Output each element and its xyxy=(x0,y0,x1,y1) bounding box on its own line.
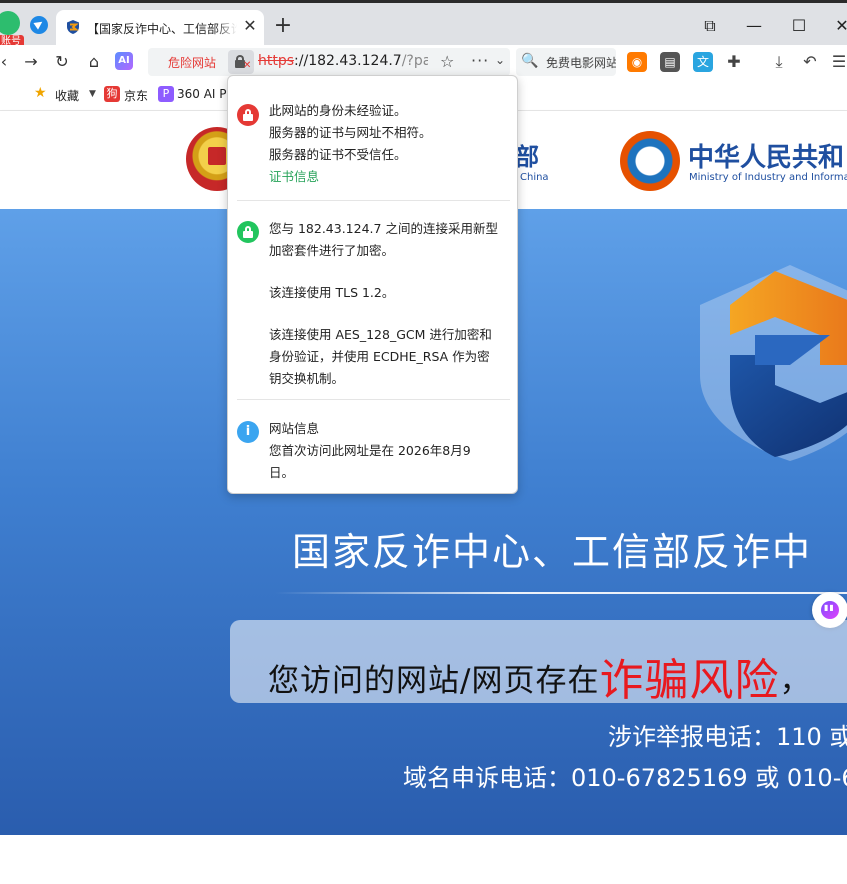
connection-line-1: 您与 182.43.124.7 之间的连接采用新型 xyxy=(269,221,498,236)
risk-text: 您访问的网站/网页存在诈骗风险， xyxy=(268,640,812,706)
menu-icon[interactable]: ☰ xyxy=(829,52,847,72)
risk-suffix: ， xyxy=(779,663,812,699)
site-info-popup: 此网站的身份未经验证。 服务器的证书与网址不相符。 服务器的证书不受信任。 证书… xyxy=(227,75,518,494)
new-tab-button[interactable]: + xyxy=(272,15,294,37)
danger-site-label[interactable]: 危险网站 xyxy=(168,54,216,71)
url-scheme: https xyxy=(258,53,295,69)
hero-divider xyxy=(275,592,847,594)
translate-extension-icon[interactable]: 文 xyxy=(693,52,713,72)
connection-line-4: 该连接使用 AES_128_GCM 进行加密和 xyxy=(269,327,492,342)
reader-extension-icon[interactable]: ▤ xyxy=(660,52,680,72)
connection-line-5: 身份验证，并使用 ECDHE_RSA 作为密 xyxy=(269,349,490,364)
secure-lock-icon xyxy=(237,221,259,243)
address-bar[interactable]: 危险网站 ✕ https://182.43.124.7/?para ☆ ··· … xyxy=(148,48,510,76)
shield-favicon-icon xyxy=(67,20,79,34)
identity-line-3: 服务器的证书不受信任。 xyxy=(269,147,407,162)
browser-toolbar: ‹ → ↻ ⌂ AI 危险网站 ✕ https://182.43.124.7/?… xyxy=(0,45,847,78)
chevron-down-icon[interactable]: ⌄ xyxy=(495,53,505,67)
search-box[interactable]: 🔍 免费电影网站 xyxy=(516,48,616,76)
identity-line-1: 此网站的身份未经验证。 xyxy=(269,103,407,118)
ministry-right-title: 中华人民共和 xyxy=(688,143,845,173)
restore-icon[interactable]: ⧉ xyxy=(697,13,723,39)
miit-logo xyxy=(620,131,680,191)
bookmark-favorites[interactable]: 收藏 xyxy=(55,87,79,104)
first-visit-line-1: 您首次访问此网址是在 2026年8月9 xyxy=(269,443,471,458)
hero-title: 国家反诈中心、工信部反诈中 xyxy=(292,530,813,574)
first-visit-line-2: 日。 xyxy=(269,465,295,480)
connection-line-2: 加密套件进行了加密。 xyxy=(269,243,395,258)
popup-divider xyxy=(237,399,510,400)
puzzle-extensions-icon[interactable]: ✚ xyxy=(724,52,744,72)
account-avatar[interactable] xyxy=(0,11,20,35)
home-button[interactable]: ⌂ xyxy=(82,50,106,74)
search-input[interactable]: 免费电影网站 xyxy=(546,54,616,71)
search-icon: 🔍 xyxy=(521,53,539,69)
ai-assistant-button[interactable]: AI xyxy=(115,52,133,70)
tab-strip: 账号 【国家反诈中心、工信部反诈 ✕ + ⧉ — ☐ ✕ xyxy=(0,0,847,49)
connection-tls: 该连接使用 TLS 1.2。 xyxy=(269,285,395,300)
risk-banner: 您访问的网站/网页存在诈骗风险， xyxy=(230,620,847,706)
active-tab[interactable]: 【国家反诈中心、工信部反诈 ✕ xyxy=(56,10,264,48)
report-phone: 涉诈举报电话：110 或 xyxy=(608,723,847,751)
site-info-button[interactable]: ✕ xyxy=(228,50,254,74)
connection-line-6: 钥交换机制。 xyxy=(269,371,345,386)
popup-divider xyxy=(237,200,510,201)
anti-fraud-shield-logo xyxy=(700,265,847,461)
bookmark-star-icon[interactable]: ☆ xyxy=(440,52,454,71)
star-icon: ★ xyxy=(34,85,47,101)
bookmark-360ai[interactable]: 360 AI Pl xyxy=(177,87,230,101)
close-window-button[interactable]: ✕ xyxy=(829,13,847,39)
more-icon[interactable]: ··· xyxy=(471,51,489,70)
minimize-button[interactable]: — xyxy=(741,13,767,39)
url-text[interactable]: https://182.43.124.7/?para xyxy=(258,53,428,69)
jd-icon: 狗 xyxy=(104,86,120,102)
site-info-title: 网站信息 xyxy=(269,421,320,436)
robot-icon xyxy=(821,601,839,619)
download-icon[interactable]: ⤓ xyxy=(769,52,789,72)
tab-title: 【国家反诈中心、工信部反诈 xyxy=(87,20,237,36)
identity-line-2: 服务器的证书与网址不相符。 xyxy=(269,125,432,140)
risk-prefix: 您访问的网站/网页存在 xyxy=(268,663,600,699)
undo-icon[interactable]: ↶ xyxy=(800,52,820,72)
back-button[interactable]: ‹ xyxy=(0,50,16,74)
certificate-info-link[interactable]: 证书信息 xyxy=(269,166,319,185)
forward-button[interactable]: → xyxy=(19,50,43,74)
dropdown-arrow-icon[interactable]: ▼ xyxy=(89,89,96,99)
bookmark-jd[interactable]: 京东 xyxy=(124,87,148,104)
unverified-lock-icon xyxy=(237,104,259,126)
bookmarks-chevron-icon[interactable]: › xyxy=(0,87,1,101)
game-extension-icon[interactable]: ◉ xyxy=(627,52,647,72)
ministry-left-subtitle: China xyxy=(520,172,549,183)
ministry-right-subtitle: Ministry of Industry and Informat xyxy=(689,172,847,183)
info-icon: i xyxy=(237,421,259,443)
tab-close-icon[interactable]: ✕ xyxy=(241,17,259,35)
pinned-tab[interactable] xyxy=(27,13,51,37)
360ai-icon: P xyxy=(158,86,174,102)
url-rest: /?para xyxy=(401,53,428,69)
risk-highlight: 诈骗风险 xyxy=(599,655,780,706)
reload-button[interactable]: ↻ xyxy=(50,50,74,74)
url-host: ://182.43.124.7 xyxy=(294,53,402,69)
ministry-left-title: 部 xyxy=(515,143,539,171)
domain-appeal-phone: 域名申诉电话：010-67825169 或 010-67 xyxy=(403,764,847,792)
maximize-button[interactable]: ☐ xyxy=(786,13,812,39)
send-icon xyxy=(30,16,48,34)
